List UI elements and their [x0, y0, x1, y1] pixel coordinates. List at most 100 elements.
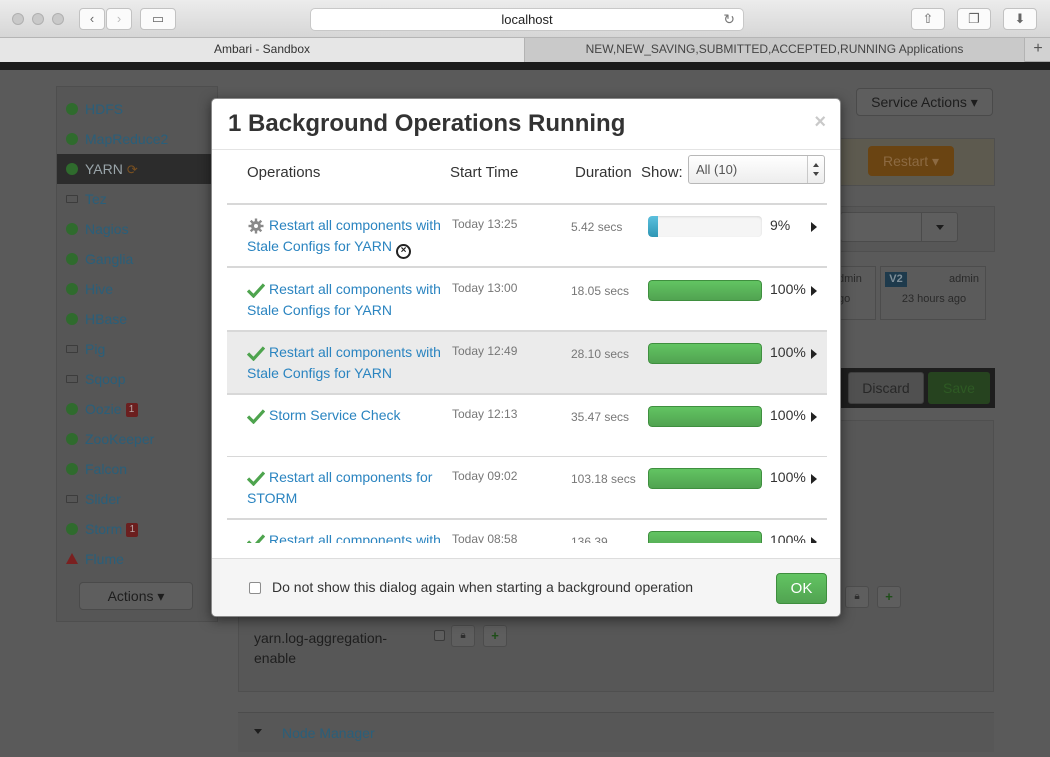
check-circle-icon [66, 433, 78, 445]
dropdown-toggle[interactable] [921, 213, 957, 241]
sidebar-item-label: YARN [85, 161, 123, 177]
sidebar-item-tez[interactable]: Tez [57, 184, 217, 214]
abort-icon[interactable]: × [396, 244, 411, 259]
check-circle-icon [66, 163, 78, 175]
sidebar-item-label: Falcon [85, 461, 128, 477]
expand-arrow-icon[interactable] [811, 349, 817, 359]
save-button[interactable]: Save [928, 372, 990, 404]
close-window-button[interactable] [12, 13, 24, 25]
progress-percent: 100% [770, 532, 806, 543]
caret-down-icon [254, 729, 262, 734]
operation-link[interactable]: Storm Service Check [247, 405, 451, 426]
operation-row[interactable]: Restart all components for STORM Today 0… [227, 457, 827, 520]
add-icon[interactable]: + [877, 586, 901, 608]
sidebar-item-zookeeper[interactable]: ZooKeeper [57, 424, 217, 454]
operation-link[interactable]: Restart all components with Stale Config… [247, 279, 451, 321]
version-user: admin [949, 273, 979, 285]
expand-arrow-icon[interactable] [811, 474, 817, 484]
download-icon: ⬇ [1014, 11, 1026, 26]
sidebar-item-pig[interactable]: Pig [57, 334, 217, 364]
dont-show-again-checkbox[interactable] [249, 582, 261, 594]
operation-link[interactable]: Restart all components with [247, 530, 451, 543]
sidebar-item-mapreduce2[interactable]: MapReduce2 [57, 124, 217, 154]
sidebar-item-nagios[interactable]: Nagios [57, 214, 217, 244]
progress-bar [648, 468, 762, 489]
laptop-icon [66, 375, 78, 383]
dont-show-again-label[interactable]: Do not show this dialog again when start… [272, 579, 693, 595]
sidebar-item-sqoop[interactable]: Sqoop [57, 364, 217, 394]
progress-percent: 100% [770, 344, 806, 360]
zoom-window-button[interactable] [52, 13, 64, 25]
sidebar-item-storm[interactable]: Storm 1 [57, 514, 217, 544]
operation-link[interactable]: Restart all components with Stale Config… [247, 215, 451, 259]
progress-percent: 100% [770, 407, 806, 423]
tab-ambari[interactable]: Ambari - Sandbox [0, 38, 525, 62]
forward-button[interactable]: › [106, 8, 132, 30]
operation-row[interactable]: Restart all components with Stale Config… [227, 332, 827, 395]
sidebar-item-hbase[interactable]: HBase [57, 304, 217, 334]
config-group-dropdown[interactable] [840, 212, 958, 242]
progress-fill [648, 343, 762, 364]
downloads-button[interactable]: ⬇ [1003, 8, 1037, 30]
node-manager-section[interactable]: Node Manager [238, 712, 994, 752]
add-icon[interactable]: + [483, 625, 507, 647]
close-icon[interactable]: × [814, 111, 826, 134]
reload-icon[interactable]: ↻ [723, 9, 735, 30]
operation-row[interactable]: Storm Service Check Today 12:13 35.47 se… [227, 395, 827, 458]
expand-arrow-icon[interactable] [811, 286, 817, 296]
sidebar-item-slider[interactable]: Slider [57, 484, 217, 514]
operation-row[interactable]: Restart all components with Today 08:58 … [227, 520, 827, 543]
check-circle-icon [66, 313, 78, 325]
show-filter-select[interactable]: All (10) [688, 155, 825, 184]
check-circle-icon [66, 403, 78, 415]
sidebar-item-oozie[interactable]: Oozie 1 [57, 394, 217, 424]
operation-start-time: Today 08:58 [452, 532, 518, 543]
sidebar-item-ganglia[interactable]: Ganglia [57, 244, 217, 274]
tabs-overview-button[interactable]: ❐ [957, 8, 991, 30]
restart-button[interactable]: Restart ▾ [868, 146, 954, 176]
expand-arrow-icon[interactable] [811, 222, 817, 232]
operation-row[interactable]: Restart all components with Stale Config… [227, 269, 827, 332]
lock-icon[interactable]: 🔒︎ [451, 625, 475, 647]
operation-link[interactable]: Restart all components with Stale Config… [247, 342, 451, 384]
address-bar[interactable]: localhost ↻ [310, 8, 744, 31]
progress-fill [648, 468, 762, 489]
sidebar-toggle-button[interactable]: ▭ [140, 8, 176, 30]
laptop-icon [66, 345, 78, 353]
sidebar-item-label: Ganglia [85, 251, 134, 267]
sidebar-item-hive[interactable]: Hive [57, 274, 217, 304]
alert-badge: 1 [125, 403, 138, 418]
progress-fill [648, 406, 762, 427]
previous-version-card[interactable]: dmin go [836, 266, 876, 320]
operation-row[interactable]: Restart all components with Stale Config… [227, 205, 827, 268]
expand-arrow-icon[interactable] [811, 412, 817, 422]
tab-applications[interactable]: NEW,NEW_SAVING,SUBMITTED,ACCEPTED,RUNNIN… [525, 38, 1025, 62]
config-checkbox[interactable] [434, 630, 445, 641]
discard-button[interactable]: Discard [848, 372, 924, 404]
operation-duration: 103.18 secs [571, 472, 636, 486]
operations-list: Restart all components with Stale Config… [227, 203, 827, 543]
new-tab-button[interactable]: + [1026, 38, 1050, 62]
sidebar-item-label: Hive [85, 281, 114, 297]
sidebar-item-flume[interactable]: Flume [57, 544, 217, 574]
lock-icon[interactable]: 🔒︎ [845, 586, 869, 608]
sidebar-item-hdfs[interactable]: HDFS [57, 94, 217, 124]
check-circle-icon [66, 283, 78, 295]
show-label: Show: [641, 164, 683, 181]
progress-bar [648, 216, 762, 237]
actions-button[interactable]: Actions ▾ [79, 582, 193, 610]
sidebar-item-yarn[interactable]: YARN ⟳ [57, 154, 217, 184]
sidebar-item-falcon[interactable]: Falcon [57, 454, 217, 484]
share-button[interactable]: ⇧ [911, 8, 945, 30]
version-card[interactable]: V2 admin 23 hours ago [880, 266, 986, 320]
operation-start-time: Today 12:13 [452, 407, 518, 421]
back-button[interactable]: ‹ [79, 8, 105, 30]
operation-link[interactable]: Restart all components for STORM [247, 467, 451, 509]
service-actions-button[interactable]: Service Actions ▾ [856, 88, 993, 116]
expand-arrow-icon[interactable] [811, 537, 817, 543]
minimize-window-button[interactable] [32, 13, 44, 25]
ok-button[interactable]: OK [776, 573, 827, 604]
operation-start-time: Today 09:02 [452, 469, 518, 483]
sidebar-item-label: Tez [85, 191, 107, 207]
sidebar-item-label: Storm [85, 521, 123, 537]
